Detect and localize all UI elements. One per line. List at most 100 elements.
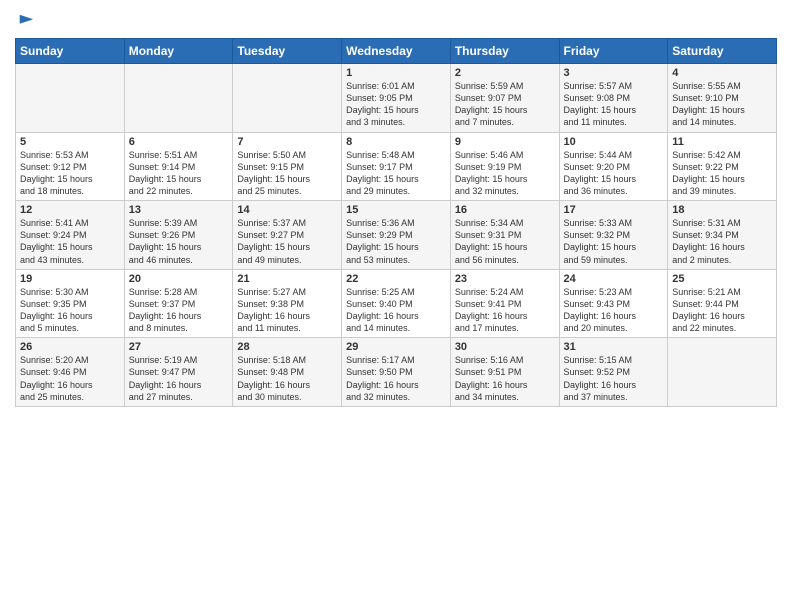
- calendar-cell: 31Sunrise: 5:15 AM Sunset: 9:52 PM Dayli…: [559, 338, 668, 407]
- day-number: 11: [672, 136, 772, 148]
- calendar-cell: 3Sunrise: 5:57 AM Sunset: 9:08 PM Daylig…: [559, 64, 668, 133]
- calendar-cell: 23Sunrise: 5:24 AM Sunset: 9:41 PM Dayli…: [450, 269, 559, 338]
- logo-flag-icon: [17, 12, 35, 30]
- day-info: Sunrise: 5:42 AM Sunset: 9:22 PM Dayligh…: [672, 149, 772, 198]
- day-info: Sunrise: 5:25 AM Sunset: 9:40 PM Dayligh…: [346, 286, 446, 335]
- page-header: [15, 10, 777, 30]
- day-info: Sunrise: 5:21 AM Sunset: 9:44 PM Dayligh…: [672, 286, 772, 335]
- day-number: 6: [129, 136, 229, 148]
- day-number: 12: [20, 204, 120, 216]
- calendar-cell: 16Sunrise: 5:34 AM Sunset: 9:31 PM Dayli…: [450, 201, 559, 270]
- day-number: 7: [237, 136, 337, 148]
- calendar-cell: 17Sunrise: 5:33 AM Sunset: 9:32 PM Dayli…: [559, 201, 668, 270]
- logo: [15, 10, 35, 30]
- day-number: 20: [129, 273, 229, 285]
- calendar-cell: 12Sunrise: 5:41 AM Sunset: 9:24 PM Dayli…: [16, 201, 125, 270]
- day-number: 31: [564, 341, 664, 353]
- day-info: Sunrise: 5:30 AM Sunset: 9:35 PM Dayligh…: [20, 286, 120, 335]
- day-info: Sunrise: 5:17 AM Sunset: 9:50 PM Dayligh…: [346, 354, 446, 403]
- day-number: 1: [346, 67, 446, 79]
- day-of-week-header: Monday: [124, 39, 233, 64]
- day-number: 13: [129, 204, 229, 216]
- day-info: Sunrise: 5:24 AM Sunset: 9:41 PM Dayligh…: [455, 286, 555, 335]
- day-number: 17: [564, 204, 664, 216]
- day-number: 10: [564, 136, 664, 148]
- calendar-week-row: 12Sunrise: 5:41 AM Sunset: 9:24 PM Dayli…: [16, 201, 777, 270]
- calendar-cell: 29Sunrise: 5:17 AM Sunset: 9:50 PM Dayli…: [342, 338, 451, 407]
- calendar-cell: 13Sunrise: 5:39 AM Sunset: 9:26 PM Dayli…: [124, 201, 233, 270]
- day-number: 29: [346, 341, 446, 353]
- calendar-cell: [233, 64, 342, 133]
- day-number: 2: [455, 67, 555, 79]
- calendar-cell: 30Sunrise: 5:16 AM Sunset: 9:51 PM Dayli…: [450, 338, 559, 407]
- day-number: 27: [129, 341, 229, 353]
- day-info: Sunrise: 5:31 AM Sunset: 9:34 PM Dayligh…: [672, 217, 772, 266]
- day-number: 16: [455, 204, 555, 216]
- calendar-week-row: 26Sunrise: 5:20 AM Sunset: 9:46 PM Dayli…: [16, 338, 777, 407]
- calendar-cell: 15Sunrise: 5:36 AM Sunset: 9:29 PM Dayli…: [342, 201, 451, 270]
- calendar-week-row: 1Sunrise: 6:01 AM Sunset: 9:05 PM Daylig…: [16, 64, 777, 133]
- calendar-cell: 25Sunrise: 5:21 AM Sunset: 9:44 PM Dayli…: [668, 269, 777, 338]
- calendar-cell: 28Sunrise: 5:18 AM Sunset: 9:48 PM Dayli…: [233, 338, 342, 407]
- day-number: 28: [237, 341, 337, 353]
- day-info: Sunrise: 5:20 AM Sunset: 9:46 PM Dayligh…: [20, 354, 120, 403]
- day-number: 26: [20, 341, 120, 353]
- calendar-week-row: 19Sunrise: 5:30 AM Sunset: 9:35 PM Dayli…: [16, 269, 777, 338]
- day-number: 23: [455, 273, 555, 285]
- day-info: Sunrise: 5:16 AM Sunset: 9:51 PM Dayligh…: [455, 354, 555, 403]
- day-info: Sunrise: 5:53 AM Sunset: 9:12 PM Dayligh…: [20, 149, 120, 198]
- calendar-cell: 10Sunrise: 5:44 AM Sunset: 9:20 PM Dayli…: [559, 132, 668, 201]
- calendar-cell: 24Sunrise: 5:23 AM Sunset: 9:43 PM Dayli…: [559, 269, 668, 338]
- day-of-week-header: Saturday: [668, 39, 777, 64]
- day-number: 3: [564, 67, 664, 79]
- calendar-cell: 21Sunrise: 5:27 AM Sunset: 9:38 PM Dayli…: [233, 269, 342, 338]
- day-info: Sunrise: 5:36 AM Sunset: 9:29 PM Dayligh…: [346, 217, 446, 266]
- calendar-table: SundayMondayTuesdayWednesdayThursdayFrid…: [15, 38, 777, 407]
- calendar-cell: 9Sunrise: 5:46 AM Sunset: 9:19 PM Daylig…: [450, 132, 559, 201]
- calendar-cell: 14Sunrise: 5:37 AM Sunset: 9:27 PM Dayli…: [233, 201, 342, 270]
- day-number: 18: [672, 204, 772, 216]
- calendar-cell: 2Sunrise: 5:59 AM Sunset: 9:07 PM Daylig…: [450, 64, 559, 133]
- day-of-week-header: Tuesday: [233, 39, 342, 64]
- day-info: Sunrise: 5:39 AM Sunset: 9:26 PM Dayligh…: [129, 217, 229, 266]
- day-info: Sunrise: 5:50 AM Sunset: 9:15 PM Dayligh…: [237, 149, 337, 198]
- day-info: Sunrise: 5:19 AM Sunset: 9:47 PM Dayligh…: [129, 354, 229, 403]
- calendar-cell: 7Sunrise: 5:50 AM Sunset: 9:15 PM Daylig…: [233, 132, 342, 201]
- day-info: Sunrise: 5:37 AM Sunset: 9:27 PM Dayligh…: [237, 217, 337, 266]
- day-info: Sunrise: 5:55 AM Sunset: 9:10 PM Dayligh…: [672, 80, 772, 129]
- calendar-cell: [16, 64, 125, 133]
- calendar-cell: 1Sunrise: 6:01 AM Sunset: 9:05 PM Daylig…: [342, 64, 451, 133]
- day-number: 15: [346, 204, 446, 216]
- day-number: 30: [455, 341, 555, 353]
- calendar-cell: [124, 64, 233, 133]
- calendar-cell: 5Sunrise: 5:53 AM Sunset: 9:12 PM Daylig…: [16, 132, 125, 201]
- day-info: Sunrise: 5:46 AM Sunset: 9:19 PM Dayligh…: [455, 149, 555, 198]
- day-info: Sunrise: 5:44 AM Sunset: 9:20 PM Dayligh…: [564, 149, 664, 198]
- day-of-week-header: Sunday: [16, 39, 125, 64]
- calendar-cell: 8Sunrise: 5:48 AM Sunset: 9:17 PM Daylig…: [342, 132, 451, 201]
- day-number: 19: [20, 273, 120, 285]
- day-number: 8: [346, 136, 446, 148]
- day-info: Sunrise: 5:51 AM Sunset: 9:14 PM Dayligh…: [129, 149, 229, 198]
- day-number: 5: [20, 136, 120, 148]
- day-number: 14: [237, 204, 337, 216]
- calendar-cell: 26Sunrise: 5:20 AM Sunset: 9:46 PM Dayli…: [16, 338, 125, 407]
- calendar-cell: 22Sunrise: 5:25 AM Sunset: 9:40 PM Dayli…: [342, 269, 451, 338]
- day-info: Sunrise: 5:59 AM Sunset: 9:07 PM Dayligh…: [455, 80, 555, 129]
- calendar-cell: 11Sunrise: 5:42 AM Sunset: 9:22 PM Dayli…: [668, 132, 777, 201]
- day-info: Sunrise: 5:41 AM Sunset: 9:24 PM Dayligh…: [20, 217, 120, 266]
- day-of-week-header: Wednesday: [342, 39, 451, 64]
- calendar-cell: [668, 338, 777, 407]
- day-number: 25: [672, 273, 772, 285]
- day-of-week-header: Thursday: [450, 39, 559, 64]
- calendar-cell: 6Sunrise: 5:51 AM Sunset: 9:14 PM Daylig…: [124, 132, 233, 201]
- calendar-cell: 4Sunrise: 5:55 AM Sunset: 9:10 PM Daylig…: [668, 64, 777, 133]
- day-info: Sunrise: 5:23 AM Sunset: 9:43 PM Dayligh…: [564, 286, 664, 335]
- calendar-cell: 18Sunrise: 5:31 AM Sunset: 9:34 PM Dayli…: [668, 201, 777, 270]
- day-info: Sunrise: 5:15 AM Sunset: 9:52 PM Dayligh…: [564, 354, 664, 403]
- calendar-cell: 27Sunrise: 5:19 AM Sunset: 9:47 PM Dayli…: [124, 338, 233, 407]
- day-number: 4: [672, 67, 772, 79]
- day-number: 9: [455, 136, 555, 148]
- calendar-cell: 20Sunrise: 5:28 AM Sunset: 9:37 PM Dayli…: [124, 269, 233, 338]
- calendar-header-row: SundayMondayTuesdayWednesdayThursdayFrid…: [16, 39, 777, 64]
